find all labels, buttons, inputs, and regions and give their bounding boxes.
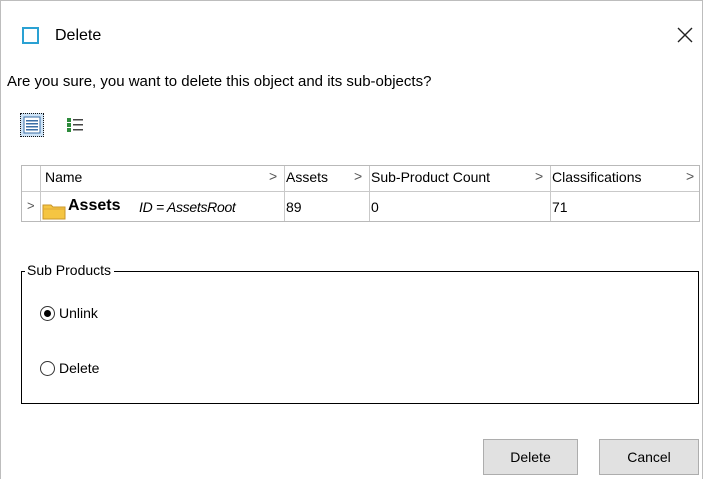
column-expand-icon[interactable]: > xyxy=(535,168,543,184)
cell-sub-product-count: 0 xyxy=(371,199,379,215)
grouped-list-icon xyxy=(67,118,83,132)
column-header-name[interactable]: Name xyxy=(45,169,82,185)
window-title: Delete xyxy=(55,27,102,44)
folder-icon xyxy=(42,204,66,220)
sub-products-title: Sub Products xyxy=(25,262,115,278)
close-icon xyxy=(677,27,693,43)
cancel-button[interactable]: Cancel xyxy=(599,439,699,475)
objects-table: Name > Assets > Sub-Product Count > Clas… xyxy=(21,165,700,222)
column-header-assets[interactable]: Assets xyxy=(286,169,328,185)
grouped-view-button[interactable] xyxy=(63,113,87,137)
unlink-label: Unlink xyxy=(59,305,98,321)
unlink-option[interactable]: Unlink xyxy=(40,305,98,321)
column-divider xyxy=(550,166,551,221)
row-expander-icon[interactable]: > xyxy=(27,198,35,213)
window-icon xyxy=(22,27,39,44)
delete-option-label: Delete xyxy=(59,360,100,376)
column-expand-icon[interactable]: > xyxy=(686,168,694,184)
cell-classifications: 71 xyxy=(552,199,568,215)
column-expand-icon[interactable]: > xyxy=(269,168,277,184)
column-expand-icon[interactable]: > xyxy=(354,168,362,184)
column-header-sub-product-count[interactable]: Sub-Product Count xyxy=(371,169,490,185)
confirmation-message: Are you sure, you want to delete this ob… xyxy=(7,73,432,90)
delete-radio[interactable] xyxy=(40,360,55,376)
radio-selected-dot xyxy=(44,309,51,317)
column-divider xyxy=(40,166,41,221)
delete-dialog: Delete Are you sure, you want to delete … xyxy=(0,0,703,479)
column-divider xyxy=(369,166,370,221)
column-header-classifications[interactable]: Classifications xyxy=(552,169,641,185)
unlink-radio[interactable] xyxy=(40,305,55,321)
details-list-icon xyxy=(23,116,41,134)
delete-button[interactable]: Delete xyxy=(483,439,578,475)
close-button[interactable] xyxy=(673,23,697,47)
delete-option[interactable]: Delete xyxy=(40,360,99,376)
object-id: ID = AssetsRoot xyxy=(139,199,236,215)
cell-assets: 89 xyxy=(286,199,302,215)
column-divider xyxy=(284,166,285,221)
object-name: Assets xyxy=(68,197,121,214)
sub-products-group xyxy=(21,271,699,404)
details-view-button[interactable] xyxy=(20,113,44,137)
header-separator xyxy=(22,191,699,192)
